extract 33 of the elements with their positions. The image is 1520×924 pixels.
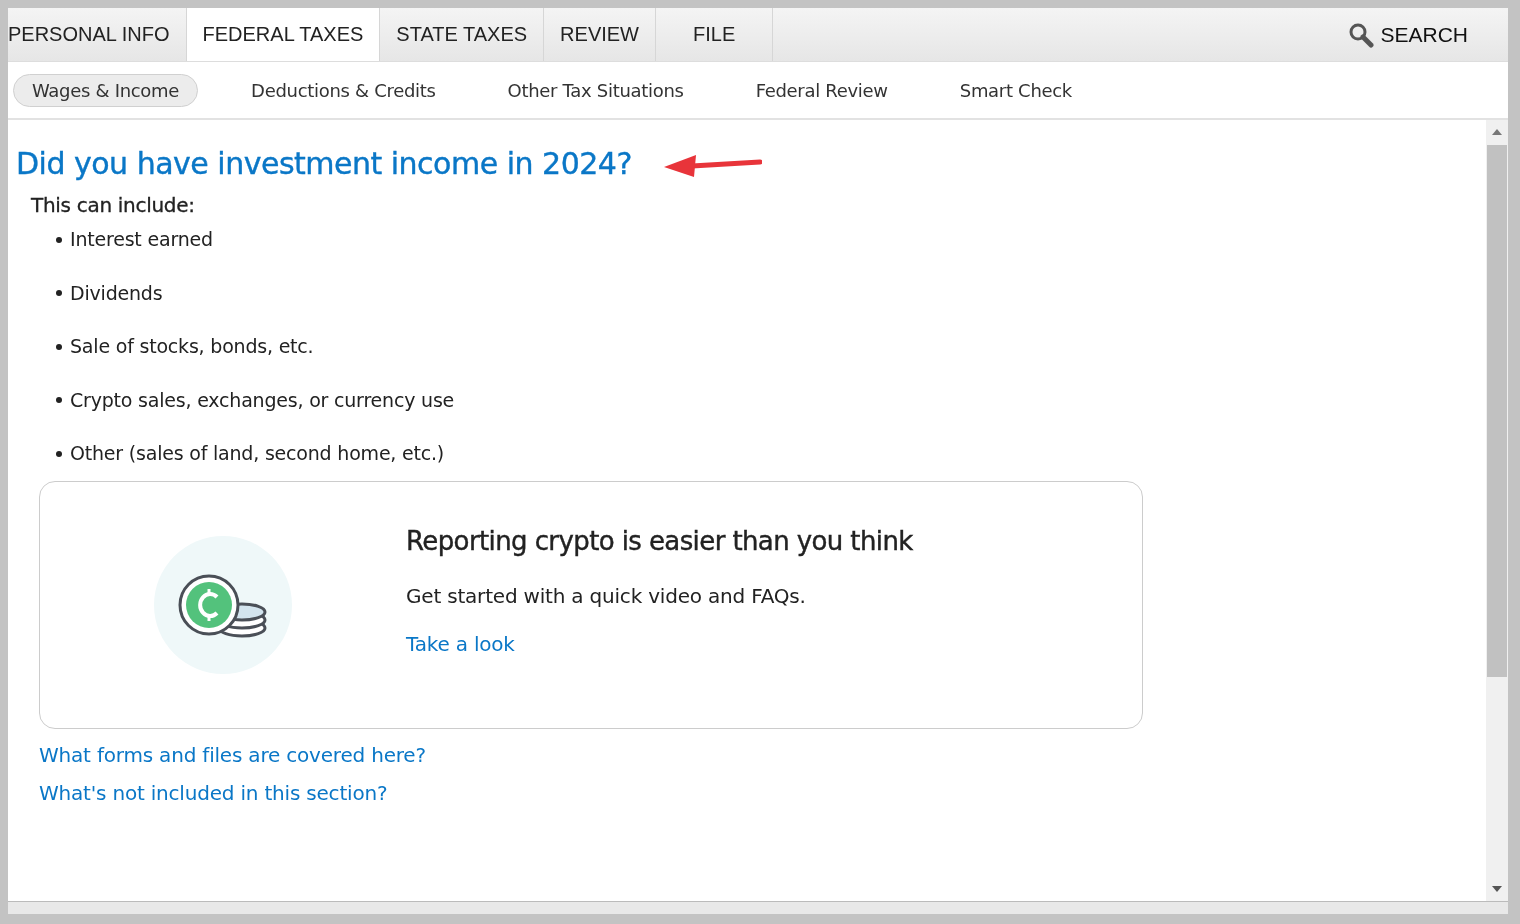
bullet-icon xyxy=(56,343,62,350)
subnav-tab[interactable]: Other Tax Situations xyxy=(488,73,703,107)
intro-text: This can include: xyxy=(31,193,195,217)
take-a-look-link[interactable]: Take a look xyxy=(406,631,515,656)
search-button[interactable]: SEARCH xyxy=(1348,8,1508,61)
list-item: Sale of stocks, bonds, etc. xyxy=(70,337,314,357)
nav-tab[interactable]: REVIEW xyxy=(544,8,656,61)
bullet-icon xyxy=(56,397,62,404)
subnav-tab[interactable]: Deductions & Credits xyxy=(232,73,455,107)
bullet-icon xyxy=(56,450,62,457)
help-link[interactable]: What's not included in this section? xyxy=(39,780,388,805)
page-heading: Did you have investment income in 2024? xyxy=(16,146,632,181)
coins-icon xyxy=(154,535,292,674)
subnav-tab[interactable]: Wages & Income xyxy=(13,73,199,107)
list-item: Dividends xyxy=(70,283,163,303)
card-text: Get started with a quick video and FAQs. xyxy=(406,583,807,608)
nav-tab[interactable]: PERSONAL INFO xyxy=(8,8,187,61)
scroll-up-icon xyxy=(1492,129,1502,135)
subnav-tab[interactable]: Federal Review xyxy=(736,73,907,107)
bullet-icon xyxy=(56,236,62,243)
nav-tab[interactable]: FILE xyxy=(656,8,774,61)
list-item: Crypto sales, exchanges, or currency use xyxy=(70,390,455,410)
search-icon xyxy=(1348,21,1375,48)
card-title: Reporting crypto is easier than you think xyxy=(406,525,913,556)
scrollbar[interactable] xyxy=(1486,120,1508,901)
nav-tab[interactable]: FEDERAL TAXES xyxy=(186,8,381,61)
help-link[interactable]: What forms and files are covered here? xyxy=(39,742,426,767)
bullet-icon xyxy=(56,290,62,297)
list-item: Interest earned xyxy=(70,230,213,250)
scroll-down-icon xyxy=(1492,886,1502,892)
subnav-tab[interactable]: Smart Check xyxy=(940,73,1091,107)
list-item: Other (sales of land, second home, etc.) xyxy=(70,444,445,464)
nav-tab[interactable]: STATE TAXES xyxy=(380,8,545,61)
